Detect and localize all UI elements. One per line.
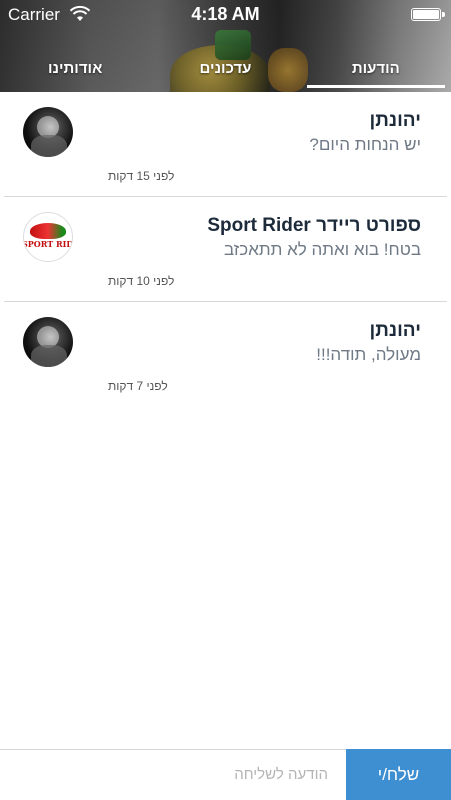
sender-name: יהונתן bbox=[369, 110, 422, 131]
message-item[interactable]: יהונתן יש הנחות היום? לפני 15 דקות bbox=[4, 92, 447, 197]
sender-name: יהונתן bbox=[369, 320, 422, 341]
battery-icon bbox=[411, 8, 445, 21]
message-item[interactable]: SPORT RIDER ספורט ריידר Sport Rider בטח!… bbox=[4, 197, 447, 302]
message-item[interactable]: יהונתן מעולה, תודה!!! לפני 7 דקות bbox=[4, 302, 447, 406]
motorcycle-icon bbox=[30, 223, 66, 239]
message-time: לפני 10 דקות bbox=[108, 274, 175, 288]
message-time: לפני 7 דקות bbox=[108, 379, 168, 393]
tab-messages[interactable]: הודעות bbox=[301, 46, 451, 90]
send-button[interactable]: שלח/י bbox=[346, 749, 451, 800]
tab-updates[interactable]: עדכונים bbox=[150, 46, 300, 90]
avatar bbox=[23, 317, 73, 367]
tab-bar: אודותינו עדכונים הודעות bbox=[0, 46, 451, 90]
clock: 4:18 AM bbox=[191, 4, 260, 24]
message-text: יש הנחות היום? bbox=[309, 135, 421, 154]
avatar bbox=[23, 107, 73, 157]
sport-rider-logo-avatar: SPORT RIDER bbox=[23, 212, 73, 262]
message-text: מעולה, תודה!!! bbox=[316, 345, 421, 364]
message-list: יהונתן יש הנחות היום? לפני 15 דקות SPORT… bbox=[0, 92, 451, 406]
message-text: בטח! בוא ואתה לא תתאכזב bbox=[223, 240, 421, 259]
message-input[interactable] bbox=[0, 750, 340, 799]
tab-about[interactable]: אודותינו bbox=[0, 46, 150, 90]
message-time: לפני 15 דקות bbox=[108, 169, 175, 183]
message-composer: שלח/י bbox=[0, 749, 451, 800]
status-bar: Carrier 4:18 AM bbox=[0, 0, 451, 30]
logo-text: SPORT RIDER bbox=[23, 239, 73, 249]
sender-name: ספורט ריידר Sport Rider bbox=[207, 215, 421, 236]
